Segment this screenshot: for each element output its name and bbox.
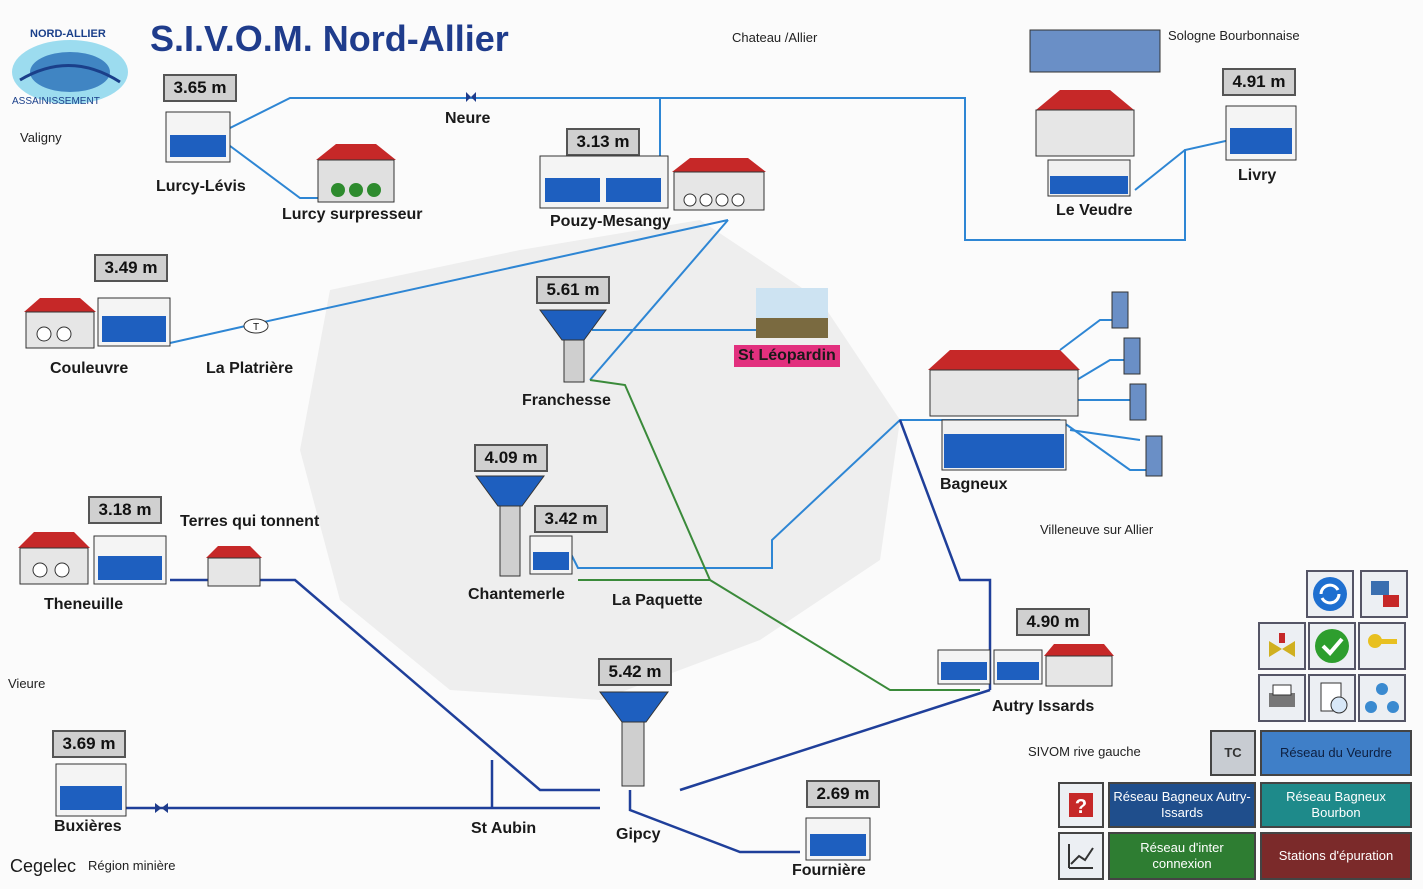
borehole-icon[interactable] [1129,383,1147,421]
pump-station-icon[interactable] [1029,29,1161,197]
water-tower-icon[interactable] [539,309,607,383]
network-icon [1365,683,1399,713]
site-label: Gipcy [616,826,661,843]
site-label: La Platrière [206,360,294,377]
pump-station-icon[interactable] [672,158,766,211]
reservoir-icon[interactable] [529,535,573,575]
reservoir-icon[interactable] [805,817,871,861]
pump-station-icon[interactable] [24,298,96,349]
borehole-icon[interactable] [1145,435,1163,477]
reseau-veudre-button[interactable]: Réseau du Veurdre [1260,730,1412,776]
trend-chart-icon [1068,844,1094,869]
site-label: Pouzy-Mesangy [550,213,671,230]
valve-control-button[interactable] [1258,622,1306,670]
reservoir-icon[interactable] [937,649,991,685]
reservoir-icon[interactable] [93,535,167,585]
reservoir-icon[interactable] [993,649,1043,685]
site-label: Chantemerle [468,586,565,603]
site-label: Couleuvre [50,360,129,377]
stations-epuration-button[interactable]: Stations d'épuration [1260,832,1412,880]
reservoir-icon[interactable] [165,111,231,163]
pump-station-icon[interactable] [928,350,1080,471]
pump-station-icon[interactable] [316,144,396,203]
tc-button[interactable]: TC [1210,730,1256,776]
refresh-icon [1313,577,1347,611]
water-tower-icon[interactable] [599,691,669,787]
help-icon: ? [1069,793,1093,818]
site-label: La Paquette [612,592,703,609]
acknowledge-button[interactable] [1308,622,1356,670]
refresh-button[interactable] [1306,570,1354,618]
site-label: Lurcy-Lévis [156,178,246,195]
site-label: Bagneux [940,476,1008,493]
site-label: Franchesse [522,392,611,409]
reseau-interconnexion-button[interactable]: Réseau d'inter connexion [1108,832,1256,880]
reservoir-icon[interactable] [55,763,127,817]
site-label-highlighted[interactable]: St Léopardin [734,345,840,367]
site-label: Terres qui tonnent [180,513,320,530]
site-label: Livry [1238,167,1277,184]
borehole-icon[interactable] [1123,337,1141,375]
site-label: Autry Issards [992,698,1095,715]
check-icon [1315,629,1349,663]
site-label: St Aubin [471,820,537,837]
svg-text:?: ? [1075,796,1087,818]
site-icon[interactable] [756,288,828,338]
reseau-bourbon-button[interactable]: Réseau Bagneux Bourbon [1260,782,1412,828]
site-label: Lurcy surpresseur [282,206,423,223]
borehole-icon[interactable] [1111,291,1129,329]
reseau-autry-button[interactable]: Réseau Bagneux Autry-Issards [1108,782,1256,828]
reservoir-icon[interactable] [97,297,171,347]
pump-station-icon[interactable] [18,532,90,585]
report-clock-icon [1320,682,1348,714]
network-transfer-button[interactable] [1360,570,1408,618]
help-button[interactable]: ? [1058,782,1104,828]
reservoir-icon[interactable] [539,155,669,209]
site-label: Buxières [54,818,122,835]
pump-station-icon[interactable] [206,546,262,587]
site-label: Neure [445,110,491,127]
print-button[interactable] [1258,674,1306,722]
trend-button[interactable] [1058,832,1104,880]
pump-station-icon[interactable] [1044,644,1114,687]
printer-icon [1269,684,1295,707]
reservoir-icon[interactable] [1225,105,1297,161]
report-button[interactable] [1308,674,1356,722]
valve-icon [1269,633,1295,657]
network-transfer-icon [1371,581,1399,607]
key-button[interactable] [1358,622,1406,670]
network-button[interactable] [1358,674,1406,722]
key-icon [1368,634,1397,648]
site-label: Theneuille [44,596,124,613]
site-label: Le Veudre [1056,202,1133,219]
site-label: Fournière [792,862,866,879]
